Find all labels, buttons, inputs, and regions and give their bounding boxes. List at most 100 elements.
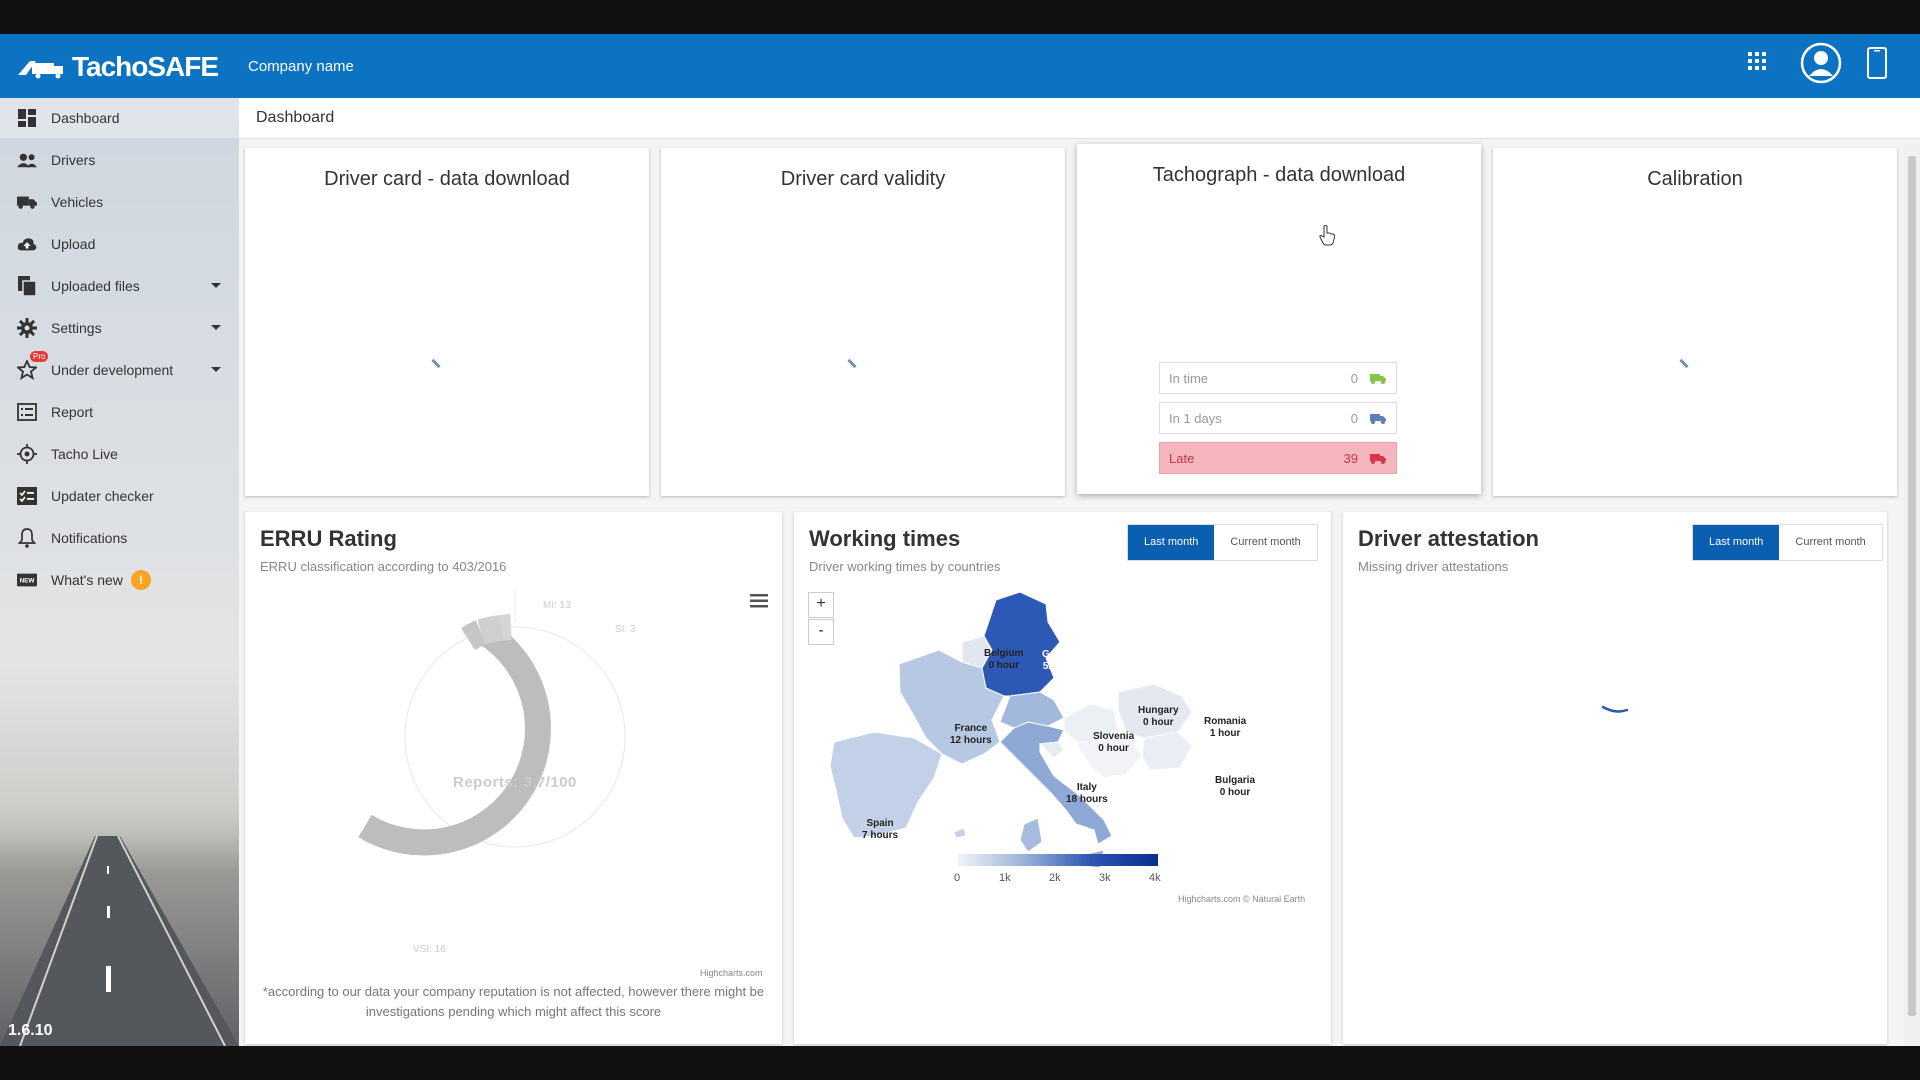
user-account-icon[interactable]: [1800, 42, 1842, 84]
last-month-button[interactable]: Last month: [1693, 525, 1780, 560]
sidebar-item-report[interactable]: Report: [0, 392, 239, 432]
erru-footnote: *according to our data your company repu…: [262, 984, 765, 1019]
target-icon: [17, 444, 37, 464]
files-icon: [17, 276, 37, 296]
map-country-slovenia[interactable]: [1038, 741, 1065, 759]
status-label: In time: [1169, 371, 1209, 386]
card-driver-card-download[interactable]: Driver card - data download: [245, 148, 649, 496]
erru-donut-chart[interactable]: [305, 582, 725, 922]
card-title: Driver card validity: [780, 168, 946, 190]
sidebar-item-notifications[interactable]: Notifications: [0, 518, 239, 558]
pro-badge: Pro: [30, 351, 49, 362]
panel-title: ERRU Rating: [260, 526, 397, 551]
top-bar: TachoSAFE Company name: [0, 34, 1920, 98]
status-row-in-1-days[interactable]: In 1 days 0: [1159, 402, 1397, 434]
truck-icon: [17, 192, 37, 212]
road-background-image: [0, 796, 239, 1046]
highcharts-credit[interactable]: Highcharts.com: [700, 968, 763, 978]
chart-menu-icon[interactable]: [750, 594, 768, 608]
card-title: Tachograph - data download: [1152, 164, 1406, 186]
status-row-in-time[interactable]: In time 0: [1159, 362, 1397, 394]
sidebar-item-label: Updater checker: [51, 488, 154, 504]
panel-erru-rating: ERRU Rating ERRU classification accordin…: [245, 512, 782, 1044]
status-label: Late: [1169, 451, 1195, 466]
status-count: 39: [1343, 451, 1358, 466]
card-tachograph-download[interactable]: Tachograph - data download In time 0 In …: [1077, 144, 1481, 494]
chevron-down-icon[interactable]: [211, 325, 221, 330]
chevron-down-icon[interactable]: [211, 367, 221, 372]
truck-icon: [1370, 374, 1386, 384]
map-island-baleares[interactable]: [953, 827, 967, 839]
mouse-cursor-icon: [1319, 225, 1336, 246]
scrollbar-thumb[interactable]: [1908, 156, 1916, 1016]
panel-title: Working times: [809, 526, 961, 551]
sidebar-item-tacho-live[interactable]: Tacho Live: [0, 434, 239, 474]
apps-grid-icon[interactable]: [1748, 52, 1766, 70]
sidebar-item-label: Upload: [51, 236, 96, 252]
new-icon: NEW: [17, 570, 37, 590]
period-toggle: Last month Current month: [1692, 524, 1883, 561]
map-country-germany[interactable]: [981, 592, 1061, 697]
card-driver-card-validity[interactable]: Driver card validity: [661, 148, 1065, 496]
tachograph-status-list: In time 0 In 1 days 0 Late 39: [1159, 362, 1397, 482]
company-name: Company name: [248, 58, 354, 75]
sidebar-item-vehicles[interactable]: Vehicles: [0, 182, 239, 222]
map-credit[interactable]: Highcharts.com © Natural Earth: [1178, 894, 1305, 904]
current-month-button[interactable]: Current month: [1214, 525, 1316, 560]
dashboard-icon: [17, 108, 37, 128]
map-label-france: France 12 hours: [950, 723, 992, 746]
panel-working-times: Working times Driver working times by co…: [794, 512, 1331, 1044]
main-content: Dashboard Driver card - data download Dr…: [239, 98, 1920, 1046]
last-month-button[interactable]: Last month: [1128, 525, 1215, 560]
panel-subtitle: Driver working times by countries: [809, 559, 1001, 574]
sidebar-item-label: Notifications: [51, 530, 128, 546]
card-title: Driver card - data download: [324, 168, 570, 190]
sidebar-item-dashboard[interactable]: Dashboard: [0, 98, 239, 138]
sidebar-item-settings[interactable]: Settings: [0, 308, 239, 348]
period-toggle: Last month Current month: [1127, 524, 1318, 561]
sidebar-item-label: What's new: [51, 572, 123, 588]
panel-title: Driver attestation: [1358, 526, 1539, 551]
sidebar-item-upload[interactable]: Upload: [0, 224, 239, 264]
bell-icon: [17, 528, 37, 548]
map-label-hungary: Hungary 0 hour: [1138, 705, 1179, 728]
mobile-device-icon[interactable]: [1866, 46, 1888, 80]
window-frame-bottom: [0, 1046, 1920, 1080]
map-country-austria-switzerland[interactable]: [999, 691, 1065, 729]
star-icon: Pro: [17, 351, 49, 380]
loading-spinner-icon: [1601, 705, 1629, 713]
sidebar-item-under-development[interactable]: Pro Under development: [0, 350, 239, 390]
app-version: 1.6.10: [8, 1022, 53, 1039]
map-label-belgium: Belgium 0 hour: [984, 648, 1024, 671]
europe-map[interactable]: [814, 592, 1314, 892]
status-count: 0: [1350, 371, 1358, 386]
loading-spinner-icon: [847, 358, 857, 369]
sidebar-item-whats-new[interactable]: NEW What's new !: [0, 560, 239, 600]
current-month-button[interactable]: Current month: [1779, 525, 1881, 560]
status-count: 0: [1350, 411, 1358, 426]
loading-spinner-icon: [1679, 358, 1689, 369]
panel-subtitle: ERRU classification according to 403/201…: [260, 559, 507, 574]
sidebar-item-uploaded-files[interactable]: Uploaded files: [0, 266, 239, 306]
sidebar-item-label: Settings: [51, 320, 102, 336]
map-label-spain: Spain 7 hours: [862, 818, 899, 841]
map-island-sardinia[interactable]: [1019, 817, 1043, 853]
main-scrollbar[interactable]: [1904, 144, 1920, 1046]
sidebar-item-label: Vehicles: [51, 194, 104, 210]
sidebar-item-drivers[interactable]: Drivers: [0, 140, 239, 180]
sidebar-item-label: Report: [51, 404, 94, 420]
sidebar: Dashboard Drivers Vehicles Upload Upload…: [0, 98, 239, 1046]
status-row-late[interactable]: Late 39: [1159, 442, 1397, 474]
erru-center-label: Reports: 3.7/100: [453, 774, 577, 791]
window-frame-top: [0, 0, 1920, 34]
loading-spinner-icon: [431, 358, 441, 369]
truck-logo-icon: [18, 61, 63, 79]
chevron-down-icon[interactable]: [211, 283, 221, 288]
map-country-bulgaria[interactable]: [1141, 731, 1193, 771]
status-label: In 1 days: [1169, 411, 1222, 426]
erru-label-vsi: VSI: 16: [413, 944, 446, 955]
card-calibration[interactable]: Calibration: [1493, 148, 1897, 496]
map-label-germany: Germany 52 hours: [1042, 649, 1086, 672]
app-logo[interactable]: TachoSAFE: [16, 51, 219, 82]
sidebar-item-updater-checker[interactable]: Updater checker: [0, 476, 239, 516]
